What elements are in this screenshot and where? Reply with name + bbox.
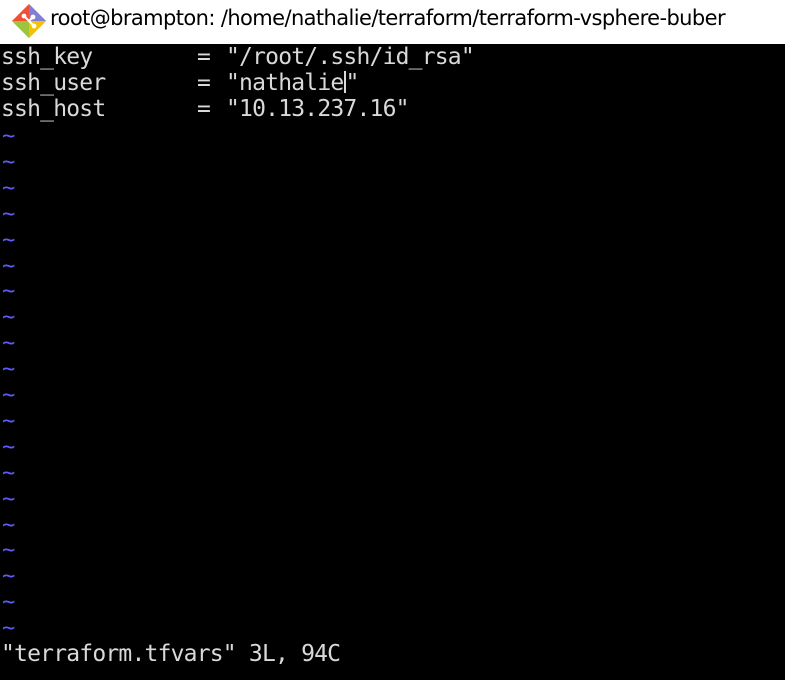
vim-editor-area[interactable]: ssh_key = "/root/.ssh/id_rsa" ssh_user =… bbox=[0, 44, 785, 680]
file-line-ssh-key[interactable]: ssh_key = "/root/.ssh/id_rsa" bbox=[1, 44, 475, 70]
assignment-operator: = bbox=[197, 70, 211, 96]
empty-line-tilde: ~ bbox=[2, 357, 16, 383]
empty-line-tilde: ~ bbox=[2, 434, 16, 460]
status-line: "terraform.tfvars" 3L, 94C bbox=[1, 641, 341, 667]
value-after-cursor: " bbox=[345, 70, 359, 96]
file-line-ssh-host[interactable]: ssh_host = "10.13.237.16" bbox=[1, 96, 409, 122]
empty-line-tilde: ~ bbox=[2, 590, 16, 616]
variable-value: "10.13.237.16" bbox=[226, 96, 409, 122]
empty-line-tilde: ~ bbox=[2, 175, 16, 201]
file-line-ssh-user[interactable]: ssh_user = "nathalie" bbox=[1, 70, 359, 96]
title-bar[interactable]: root@brampton: /home/nathalie/terraform/… bbox=[0, 0, 785, 44]
window-title: root@brampton: /home/nathalie/terraform/… bbox=[50, 6, 726, 30]
assignment-operator: = bbox=[197, 96, 211, 122]
empty-line-tilde: ~ bbox=[2, 279, 16, 305]
variable-name: ssh_key bbox=[1, 44, 93, 70]
empty-line-tilde: ~ bbox=[2, 227, 16, 253]
empty-line-tilde: ~ bbox=[2, 253, 16, 279]
empty-line-tilde: ~ bbox=[2, 616, 16, 642]
empty-line-tilde: ~ bbox=[2, 201, 16, 227]
terminal-window: root@brampton: /home/nathalie/terraform/… bbox=[0, 0, 785, 680]
assignment-operator: = bbox=[197, 44, 211, 70]
empty-line-tilde: ~ bbox=[2, 538, 16, 564]
empty-line-tilde: ~ bbox=[2, 331, 16, 357]
empty-line-tilde: ~ bbox=[2, 149, 16, 175]
empty-line-tilde: ~ bbox=[2, 383, 16, 408]
git-bash-diamond-icon bbox=[12, 4, 46, 38]
variable-name: ssh_host bbox=[1, 96, 106, 122]
empty-line-tilde: ~ bbox=[2, 512, 16, 538]
value-before-cursor: "nathalie bbox=[226, 70, 344, 96]
variable-name: ssh_user bbox=[1, 70, 106, 96]
variable-value: "nathalie" bbox=[226, 70, 359, 96]
empty-line-tilde: ~ bbox=[2, 408, 16, 434]
empty-line-tilde: ~ bbox=[2, 486, 16, 512]
empty-line-tilde: ~ bbox=[2, 460, 16, 486]
variable-value: "/root/.ssh/id_rsa" bbox=[226, 44, 475, 70]
empty-line-tilde: ~ bbox=[2, 124, 16, 149]
empty-line-tilde: ~ bbox=[2, 305, 16, 331]
empty-line-tilde: ~ bbox=[2, 564, 16, 590]
